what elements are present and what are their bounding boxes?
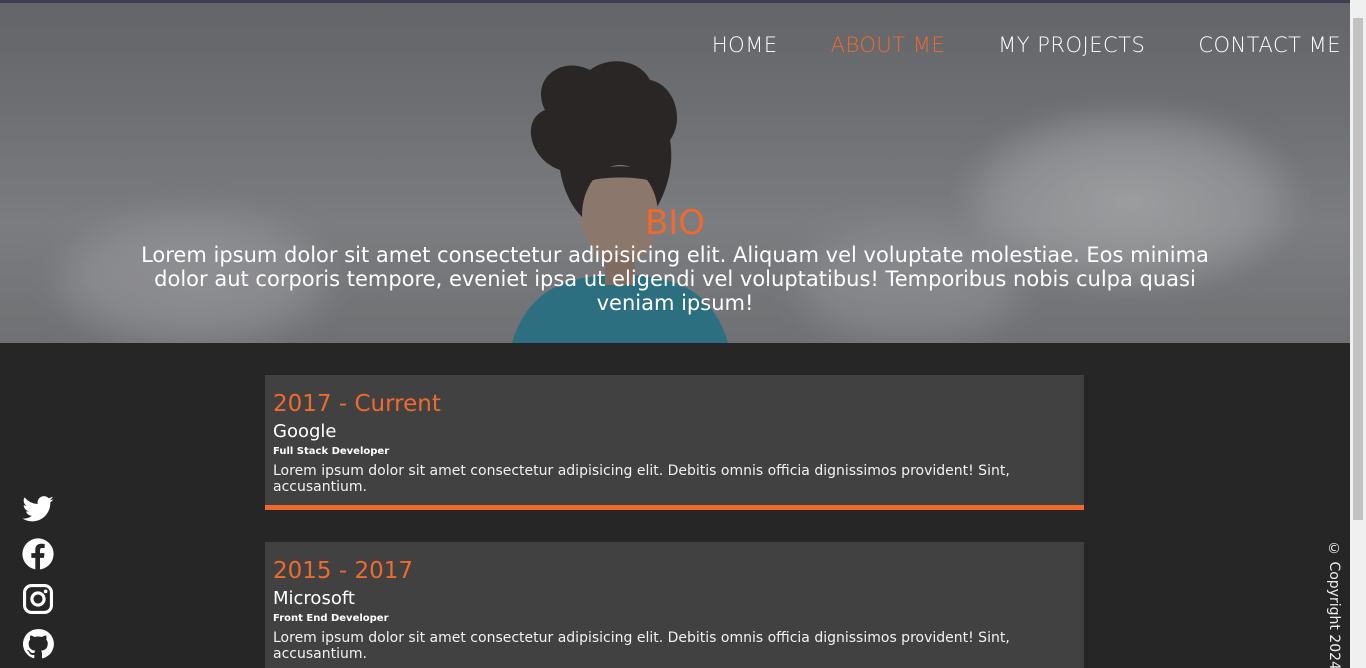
experience-years: 2015 - 2017 xyxy=(273,558,413,584)
experience-card: 2015 - 2017 Microsoft Front End Develope… xyxy=(265,542,1084,668)
experience-years: 2017 - Current xyxy=(273,391,441,417)
facebook-icon[interactable] xyxy=(21,537,55,571)
instagram-icon[interactable] xyxy=(21,582,55,616)
nav-home[interactable]: HOME xyxy=(712,33,778,57)
window-top-border xyxy=(0,0,1350,3)
vertical-scrollbar[interactable] xyxy=(1350,0,1366,668)
experience-role: Front End Developer xyxy=(273,613,389,624)
github-icon[interactable] xyxy=(21,627,55,661)
experience-role: Full Stack Developer xyxy=(273,446,390,457)
experience-card: 2017 - Current Google Full Stack Develop… xyxy=(265,375,1084,510)
twitter-icon[interactable] xyxy=(21,492,55,526)
bio-title: BIO xyxy=(644,203,706,243)
nav-my-projects[interactable]: MY PROJECTS xyxy=(998,33,1145,57)
copyright-text: © Copyright 2024 xyxy=(1326,541,1342,668)
social-links xyxy=(21,492,55,661)
experience-description: Lorem ipsum dolor sit amet consectetur a… xyxy=(273,463,1010,495)
nav-contact-me[interactable]: CONTACT ME xyxy=(1198,33,1341,57)
bio-text: Lorem ipsum dolor sit amet consectetur a… xyxy=(141,243,1209,315)
experience-company: Microsoft xyxy=(273,588,355,609)
bio-section: BIO Lorem ipsum dolor sit amet consectet… xyxy=(0,203,1350,315)
scrollbar-thumb[interactable] xyxy=(1353,18,1363,520)
nav-about-me[interactable]: ABOUT ME xyxy=(831,33,946,57)
main-nav: HOME ABOUT ME MY PROJECTS CONTACT ME xyxy=(712,33,1341,57)
experience-company: Google xyxy=(273,421,337,442)
experience-description: Lorem ipsum dolor sit amet consectetur a… xyxy=(273,630,1010,662)
